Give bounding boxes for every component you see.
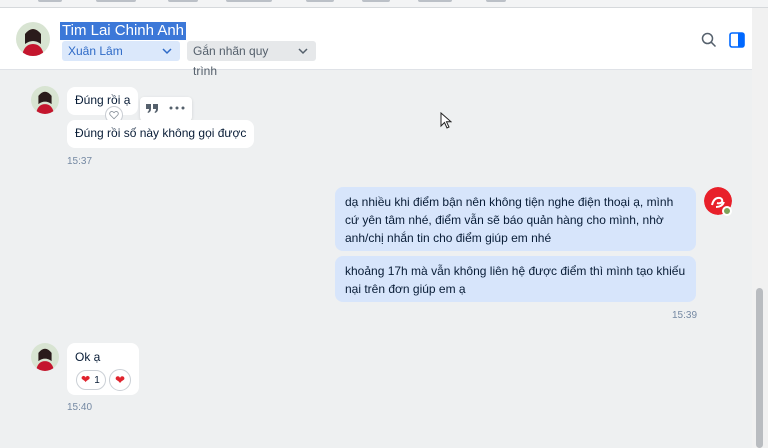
message-text: khoảng 17h mà vẫn không liên hệ được điể…	[345, 264, 686, 296]
chat-scrollbar[interactable]	[752, 8, 768, 448]
quote-icon[interactable]	[145, 101, 159, 115]
chevron-down-icon	[162, 48, 172, 55]
message-time: 15:40	[67, 402, 93, 413]
heart-icon: ❤	[114, 373, 126, 387]
top-tab[interactable]	[486, 0, 506, 2]
more-icon[interactable]	[168, 102, 186, 114]
flow-tag-dropdown[interactable]: Gắn nhãn quy trình	[187, 41, 316, 78]
sidebar-panel-icon[interactable]	[729, 32, 745, 48]
search-icon[interactable]	[701, 32, 717, 48]
top-tab[interactable]	[168, 0, 198, 2]
contact-name[interactable]: Tim Lai Chinh Anh	[60, 22, 187, 40]
heart-outline-icon	[109, 111, 119, 120]
flow-tag-label: Gắn nhãn quy trình	[193, 44, 269, 78]
reaction-summary[interactable]: ❤ 1	[76, 370, 106, 390]
message-bubble[interactable]: Đúng rồi ạ	[67, 87, 139, 115]
message-bubble-me[interactable]: khoảng 17h mà vẫn không liên hệ được điể…	[335, 256, 696, 302]
top-tab[interactable]	[96, 0, 136, 2]
top-tab[interactable]	[418, 0, 452, 2]
message-text: Đúng rồi ạ	[75, 93, 131, 107]
message-bubble[interactable]: Đúng rồi số này không gọi được	[67, 120, 255, 148]
owner-tag-dropdown[interactable]: Xuân Lâm	[62, 41, 180, 61]
owner-tag-label: Xuân Lâm	[68, 44, 123, 58]
scroll-thumb[interactable]	[756, 288, 763, 448]
conversation-header: Tim Lai Chinh Anh Xuân Lâm Gắn nhãn quy …	[0, 8, 752, 78]
top-tab-strip	[0, 0, 768, 8]
top-tab[interactable]	[38, 0, 62, 2]
heart-icon: ❤	[81, 374, 91, 386]
top-tab[interactable]	[306, 0, 334, 2]
message-text: Đúng rồi số này không gọi được	[75, 126, 247, 140]
top-tab[interactable]	[362, 0, 390, 2]
online-status-dot	[722, 206, 732, 216]
message-time: 15:39	[672, 310, 698, 321]
contact-avatar[interactable]	[16, 22, 50, 56]
message-bubble-me[interactable]: dạ nhiều khi điểm bận nên không tiện ngh…	[335, 187, 696, 251]
react-heart-button[interactable]: ❤	[109, 369, 131, 391]
sender-avatar[interactable]	[31, 86, 59, 114]
mouse-cursor-icon	[440, 112, 452, 129]
chevron-down-icon	[298, 48, 308, 55]
message-time: 15:37	[67, 156, 93, 167]
sender-avatar[interactable]	[31, 343, 59, 371]
reaction-count: 1	[94, 375, 100, 386]
message-toolbar	[140, 97, 192, 121]
message-text: Ok ạ	[75, 350, 101, 364]
message-text: dạ nhiều khi điểm bận nên không tiện ngh…	[345, 195, 674, 245]
top-tab[interactable]	[226, 0, 272, 2]
